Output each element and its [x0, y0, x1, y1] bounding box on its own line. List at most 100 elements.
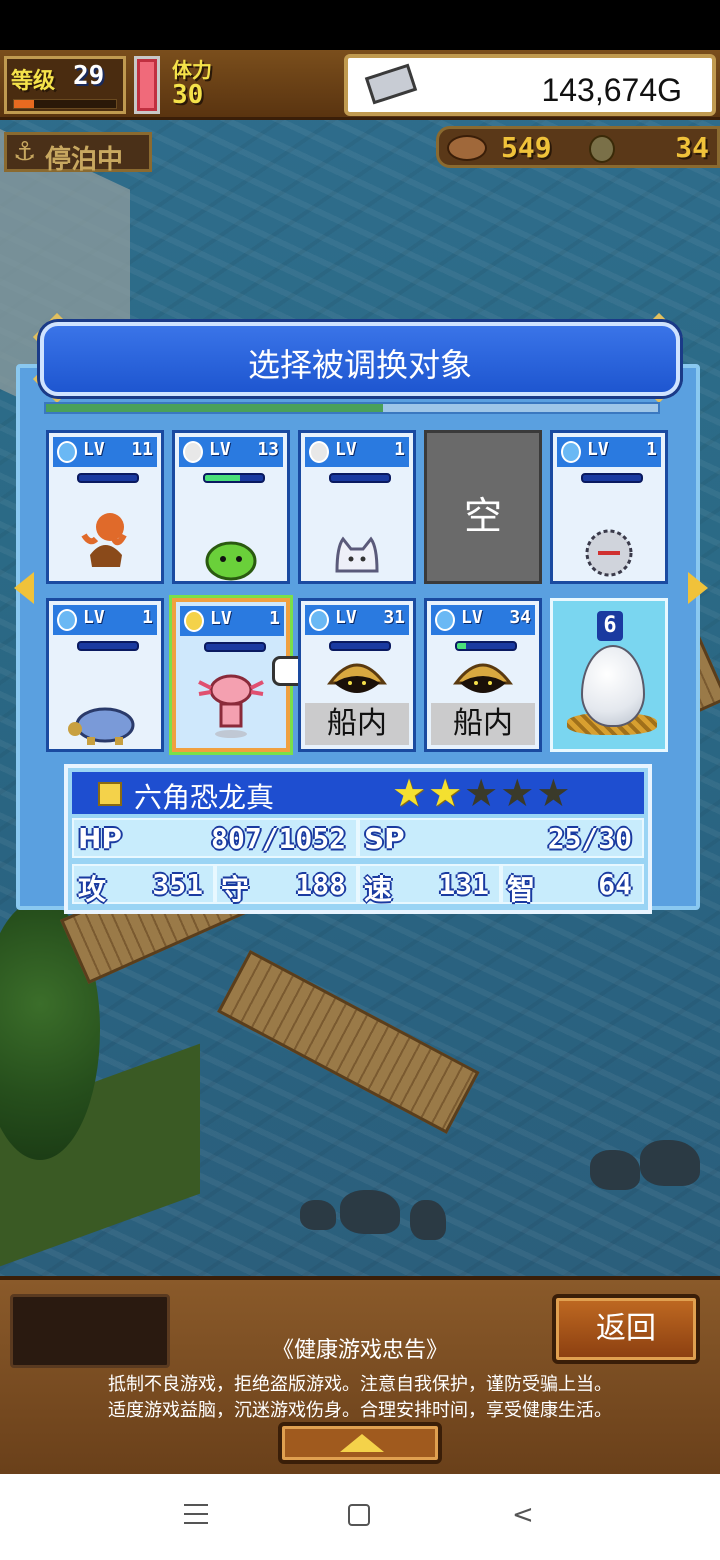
lv-tag: LV [83, 607, 105, 628]
rock [300, 1200, 336, 1230]
monster-info-panel: 六角恐龙真 ★ ★ ★ ★ ★ HP 807/1052 SP 25/30 攻 351 守… [64, 764, 652, 914]
prev-page-arrow-icon[interactable] [14, 572, 34, 604]
sp-label: SP [364, 822, 405, 855]
egg-icon [581, 645, 645, 727]
system-nav-bar: < [0, 1474, 720, 1560]
monster-slot-2[interactable]: LV 13 [172, 430, 290, 584]
health-advisory-title: 《健康游戏忠告》 [271, 1338, 448, 1363]
egg-slot[interactable]: 6 [550, 598, 668, 752]
defense-label: 守 [221, 873, 250, 906]
star-empty-icon: ★ [500, 771, 535, 815]
intelligence-stat: 智 64 [501, 864, 644, 906]
health-advisory-line-2: 适度游戏益脑，沉迷游戏伤身。合理安排时间，享受健康生活。 [108, 1400, 612, 1421]
stamina-label: 体力 [172, 58, 212, 82]
status-bar [0, 0, 720, 50]
water-element-icon [435, 609, 455, 631]
next-page-arrow-icon[interactable] [688, 572, 708, 604]
gold-box[interactable]: 143,674G [344, 54, 716, 116]
attack-stat: 攻 351 [72, 864, 215, 906]
intelligence-value: 64 [598, 868, 632, 901]
lv-tag: LV [587, 439, 609, 460]
monster-name-row: 六角恐龙真 ★ ★ ★ ★ ★ [72, 772, 644, 814]
recent-apps-icon[interactable] [184, 1504, 208, 1524]
slot-status-label: 船内 [431, 703, 535, 745]
rarity-stars: ★ ★ ★ ★ ★ [392, 774, 570, 812]
lv-tag: LV [461, 607, 483, 628]
lv-tag: LV [83, 439, 105, 460]
star-filled-icon: ★ [392, 771, 427, 815]
exp-bar [329, 641, 391, 651]
water-element-icon [309, 609, 329, 631]
rock [590, 1150, 640, 1190]
panel-title-banner: 选择被调换对象 [40, 322, 680, 396]
monster-slot-9[interactable]: LV 34 船内 [424, 598, 542, 752]
slot-header: LV 1 [53, 605, 157, 635]
back-nav-icon[interactable]: < [512, 1502, 534, 1528]
monster-slot-3[interactable]: LV 1 [298, 430, 416, 584]
attack-value: 351 [152, 868, 203, 901]
speed-value: 131 [438, 868, 489, 901]
sp-value: 25/30 [547, 822, 632, 855]
empty-slot[interactable]: 空 [424, 430, 542, 584]
panel-title: 选择被调换对象 [247, 346, 472, 384]
bottom-bar: 返回 《健康游戏忠告》 抵制不良游戏，拒绝盗版游戏。注意自我保护，谨防受骗上当。… [0, 1276, 720, 1474]
slot-status-label: 船内 [305, 703, 409, 745]
medal-icon [589, 135, 615, 163]
exp-bar-fill [205, 475, 240, 481]
star-empty-icon: ★ [536, 771, 571, 815]
empty-slot-label: 空 [463, 494, 502, 538]
monster-name: 六角恐龙真 [134, 781, 275, 814]
water-element-icon [57, 441, 77, 463]
lv-tag: LV [210, 608, 232, 629]
level-exp-bar [13, 99, 117, 109]
slime-icon [205, 541, 257, 581]
intelligence-label: 智 [507, 873, 536, 906]
sp-stat: SP 25/30 [358, 818, 644, 858]
rock [340, 1190, 400, 1234]
monster-slot-6[interactable]: LV 1 [46, 598, 164, 752]
cat-icon [335, 536, 379, 573]
clam-icon [326, 663, 388, 693]
expand-menu-button[interactable] [278, 1422, 442, 1464]
axolotl-icon [198, 674, 264, 738]
monster-level: 1 [646, 439, 657, 460]
monster-slot-1[interactable]: LV 11 [46, 430, 164, 584]
monster-slot-5[interactable]: LV 1 [550, 430, 668, 584]
hedgehog-icon [585, 529, 633, 577]
docked-status-badge: ⚓ 停泊中 [4, 132, 152, 175]
thunder-element-icon [184, 610, 204, 632]
page-progress-fill [46, 404, 383, 412]
star-filled-icon: ★ [428, 771, 463, 815]
exp-bar [203, 473, 265, 483]
rock [410, 1200, 446, 1240]
monster-level: 1 [394, 439, 405, 460]
resource-2-value: 34 [675, 131, 709, 164]
hp-value: 807/1052 [211, 822, 346, 855]
attack-label: 攻 [78, 873, 107, 906]
lv-tag: LV [335, 607, 357, 628]
speed-stat: 速 131 [358, 864, 501, 906]
docked-status-text: 停泊中 [45, 145, 124, 175]
slot-header: LV 34 [431, 605, 535, 635]
exp-bar [455, 641, 517, 651]
exp-bar [204, 642, 266, 652]
speed-label: 速 [364, 873, 393, 906]
level-exp-fill [14, 100, 35, 108]
star-empty-icon: ★ [464, 771, 499, 815]
defense-stat: 守 188 [215, 864, 358, 906]
slot-header: LV 11 [53, 437, 157, 467]
monster-level: 1 [142, 607, 153, 628]
water-element-icon [57, 609, 77, 631]
exp-bar [77, 641, 139, 651]
clam-icon [452, 663, 514, 693]
wood-log-icon [447, 135, 487, 161]
health-advisory-line-1: 抵制不良游戏，拒绝盗版游戏。注意自我保护，谨防受骗上当。 [108, 1374, 612, 1395]
water-element-icon [561, 441, 581, 463]
light-element-icon [309, 441, 329, 463]
slot-header: LV 13 [179, 437, 283, 467]
exp-bar [581, 473, 643, 483]
rock [640, 1140, 700, 1186]
monster-slot-8[interactable]: LV 31 船内 [298, 598, 416, 752]
exp-bar [329, 473, 391, 483]
home-icon[interactable] [348, 1504, 370, 1526]
